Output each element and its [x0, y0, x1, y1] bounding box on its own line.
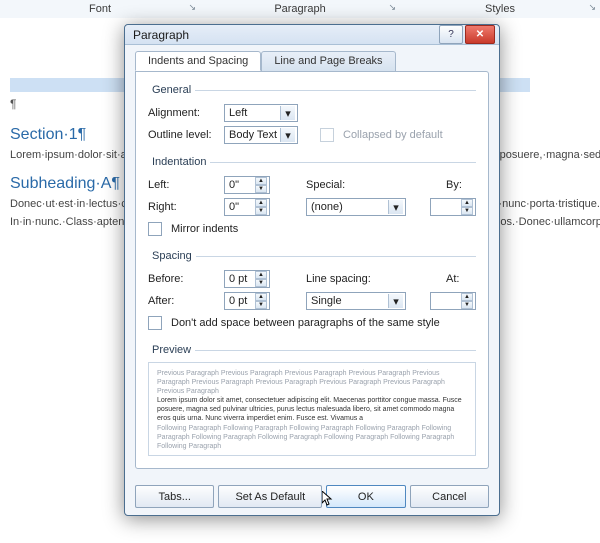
- dialog-launcher-icon[interactable]: ↘: [588, 2, 596, 13]
- ribbon-group-paragraph: Paragraph ↘: [200, 0, 400, 18]
- ribbon-group-styles: Styles ↘: [400, 0, 600, 18]
- chevron-down-icon: ▾: [280, 128, 295, 142]
- tab-indents-spacing[interactable]: Indents and Spacing: [135, 51, 261, 71]
- group-legend: Indentation: [148, 156, 210, 168]
- tab-label: Indents and Spacing: [148, 55, 248, 67]
- label-left-indent: Left:: [148, 179, 220, 191]
- button-label: Tabs...: [159, 491, 191, 503]
- ribbon-group-font: Font ↘: [0, 0, 200, 18]
- spinner-buttons[interactable]: ▲▼: [461, 293, 473, 309]
- spinner-buttons[interactable]: ▲▼: [255, 271, 267, 287]
- no-space-same-style-checkbox[interactable]: [148, 316, 162, 330]
- spinner-buttons[interactable]: ▲▼: [255, 199, 267, 215]
- chevron-down-icon: ▾: [388, 200, 403, 214]
- titlebar[interactable]: Paragraph ? ✕: [125, 25, 499, 45]
- combo-value: Body Text: [229, 129, 277, 141]
- by-indent-spinner[interactable]: ▲▼: [430, 198, 476, 216]
- label-no-space-same-style: Don't add space between paragraphs of th…: [171, 317, 440, 329]
- label-at: At:: [446, 273, 476, 285]
- group-general: General Alignment: Left▾ Outline level: …: [148, 84, 476, 148]
- group-legend: Preview: [148, 344, 195, 356]
- right-indent-spinner[interactable]: 0" ▲▼: [224, 198, 270, 216]
- pilcrow-mark: ¶: [10, 97, 16, 111]
- group-preview: Preview Previous Paragraph Previous Para…: [148, 344, 476, 458]
- spinner-buttons[interactable]: ▲▼: [255, 177, 267, 193]
- chevron-down-icon: ▾: [388, 294, 403, 308]
- outline-level-combo[interactable]: Body Text▾: [224, 126, 298, 144]
- group-indentation: Indentation Left: 0" ▲▼ Special: By: Righ…: [148, 156, 476, 242]
- group-legend: General: [148, 84, 195, 96]
- ok-button[interactable]: OK: [326, 485, 405, 508]
- label-line-spacing: Line spacing:: [306, 273, 386, 285]
- chevron-down-icon: ▾: [280, 106, 295, 120]
- ribbon-label-font: Font: [89, 3, 111, 15]
- combo-value: Left: [229, 107, 247, 119]
- combo-value: Single: [311, 295, 342, 307]
- label-outline-level: Outline level:: [148, 129, 220, 141]
- ribbon-label-styles: Styles: [485, 3, 515, 15]
- label-after-spacing: After:: [148, 295, 220, 307]
- spin-value: 0": [229, 179, 239, 191]
- help-button[interactable]: ?: [439, 25, 463, 44]
- dialog-launcher-icon[interactable]: ↘: [188, 2, 196, 13]
- label-by: By:: [446, 179, 476, 191]
- spinner-buttons[interactable]: ▲▼: [255, 293, 267, 309]
- button-label: Cancel: [432, 491, 466, 503]
- label-collapsed: Collapsed by default: [343, 129, 443, 141]
- button-label: Set As Default: [235, 491, 305, 503]
- cancel-button[interactable]: Cancel: [410, 485, 489, 508]
- tab-strip: Indents and Spacing Line and Page Breaks: [135, 51, 489, 71]
- ribbon-label-paragraph: Paragraph: [274, 3, 325, 15]
- spin-value: 0 pt: [229, 295, 247, 307]
- combo-value: (none): [311, 201, 343, 213]
- dialog-button-row: Tabs... Set As Default OK Cancel: [125, 479, 499, 516]
- after-spacing-spinner[interactable]: 0 pt ▲▼: [224, 292, 270, 310]
- label-before-spacing: Before:: [148, 273, 220, 285]
- collapsed-checkbox: [320, 128, 334, 142]
- label-special: Special:: [306, 179, 376, 191]
- special-indent-combo[interactable]: (none) ▾: [306, 198, 406, 216]
- group-spacing: Spacing Before: 0 pt ▲▼ Line spacing: At:…: [148, 250, 476, 336]
- tab-line-page-breaks[interactable]: Line and Page Breaks: [261, 51, 395, 71]
- preview-next-text: Following Paragraph Following Paragraph …: [157, 424, 467, 451]
- close-button[interactable]: ✕: [465, 25, 495, 44]
- tab-label: Line and Page Breaks: [274, 55, 382, 67]
- set-as-default-button[interactable]: Set As Default: [218, 485, 322, 508]
- before-spacing-spinner[interactable]: 0 pt ▲▼: [224, 270, 270, 288]
- preview-box: Previous Paragraph Previous Paragraph Pr…: [148, 362, 476, 456]
- label-mirror-indents: Mirror indents: [171, 223, 238, 235]
- preview-prev-text: Previous Paragraph Previous Paragraph Pr…: [157, 369, 467, 396]
- ribbon: Font ↘ Paragraph ↘ Styles ↘: [0, 0, 600, 19]
- line-spacing-combo[interactable]: Single ▾: [306, 292, 406, 310]
- spin-value: 0": [229, 201, 239, 213]
- spin-value: 0 pt: [229, 273, 247, 285]
- button-label: OK: [358, 491, 374, 503]
- dialog-title: Paragraph: [133, 28, 437, 42]
- group-legend: Spacing: [148, 250, 196, 262]
- alignment-combo[interactable]: Left ▾: [224, 104, 298, 122]
- paragraph-dialog: Paragraph ? ✕ Indents and Spacing Line a…: [124, 24, 500, 516]
- dialog-launcher-icon[interactable]: ↘: [388, 2, 396, 13]
- preview-sample-text: Lorem ipsum dolor sit amet, consectetuer…: [157, 396, 467, 423]
- mirror-indents-checkbox[interactable]: [148, 222, 162, 236]
- tabs-button[interactable]: Tabs...: [135, 485, 214, 508]
- label-alignment: Alignment:: [148, 107, 220, 119]
- label-right-indent: Right:: [148, 201, 220, 213]
- dialog-panel: General Alignment: Left▾ Outline level: …: [135, 71, 489, 469]
- at-spacing-spinner[interactable]: ▲▼: [430, 292, 476, 310]
- spinner-buttons[interactable]: ▲▼: [461, 199, 473, 215]
- left-indent-spinner[interactable]: 0" ▲▼: [224, 176, 270, 194]
